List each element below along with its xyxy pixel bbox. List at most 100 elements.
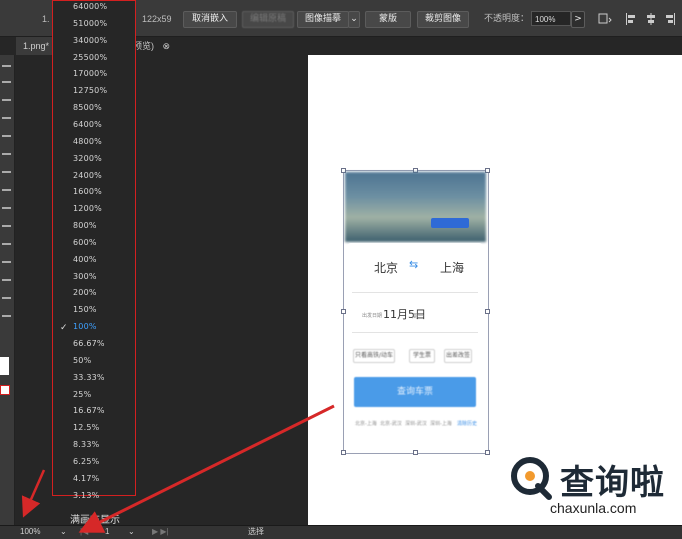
chevron-down-icon: ⌄ (350, 14, 358, 24)
zoom-option[interactable]: 3200% (73, 154, 102, 164)
crop-image-button[interactable]: 裁剪图像 (417, 11, 469, 28)
zoom-option[interactable]: 64000% (73, 2, 107, 12)
history-item: 深圳-上海 (430, 421, 452, 427)
zoom-option[interactable]: 150% (73, 305, 97, 315)
zoom-option[interactable]: 6400% (73, 120, 102, 130)
edit-original-button[interactable]: 编辑原稿 (242, 11, 294, 28)
banner-button (431, 218, 469, 228)
dimensions-label: 122x59 (142, 14, 172, 24)
clear-history: 清除历史 (457, 421, 478, 427)
chip-change: 出差改签 (444, 349, 472, 363)
mask-button[interactable]: 蒙版 (365, 11, 411, 28)
zoom-option[interactable]: 17000% (73, 69, 107, 79)
swap-icon: ⇆ (409, 258, 419, 271)
image-trace-dropdown[interactable]: ⌄ (348, 11, 360, 28)
watermark-url: chaxunla.com (550, 500, 637, 516)
zoom-dropdown: 64000% 51000% 34000% 25500% 17000% 12750% 8500… (52, 0, 136, 500)
resize-handle[interactable] (485, 309, 490, 314)
align-left-icon[interactable] (625, 12, 637, 25)
watermark-brand: 查询啦 (560, 463, 665, 503)
resize-handle[interactable] (485, 450, 490, 455)
zoom-option[interactable]: 4800% (73, 137, 102, 147)
zoom-option[interactable]: 100% (73, 322, 97, 332)
current-tool-label: 选择 (248, 527, 264, 536)
zoom-option[interactable]: 66.67% (73, 339, 105, 349)
phone-banner-image (345, 172, 486, 242)
resize-handle[interactable] (413, 450, 418, 455)
page-number-field[interactable]: 1 (105, 526, 109, 538)
width-tool-icon[interactable] (2, 225, 11, 227)
zoom-level-field[interactable]: 100% (20, 526, 40, 538)
first-artboard-icon[interactable]: |◀ (80, 526, 88, 538)
pencil-tool-icon[interactable] (2, 171, 11, 173)
history-item: 北京-上海 (355, 421, 377, 427)
history-item: 深圳-武汉 (405, 421, 427, 427)
zoom-option[interactable]: 1600% (73, 187, 102, 197)
rotate-tool-icon[interactable] (2, 189, 11, 191)
align-right-icon[interactable] (664, 12, 676, 25)
selection-tool-icon[interactable] (2, 65, 11, 67)
weekday: 周一 (412, 313, 425, 320)
pen-tool-icon[interactable] (2, 99, 11, 101)
direct-select-tool-icon[interactable] (2, 81, 11, 83)
zoom-option[interactable]: 3.13% (73, 491, 99, 501)
resize-handle[interactable] (341, 450, 346, 455)
zoom-option[interactable]: 12.5% (73, 423, 99, 433)
stroke-color-swatch[interactable] (0, 385, 10, 395)
zoom-option[interactable]: 12750% (73, 86, 107, 96)
zoom-option[interactable]: 8.33% (73, 440, 99, 450)
fill-color-swatch[interactable] (0, 357, 9, 375)
chevron-down-icon[interactable]: ⌄ (128, 526, 135, 538)
zoom-option[interactable]: 6.25% (73, 457, 99, 467)
zoom-option[interactable]: 8500% (73, 103, 102, 113)
eyedropper-tool-icon[interactable] (2, 297, 11, 299)
chip-high-speed: 只看高铁/动车 (353, 349, 395, 363)
date-label: 出发日期 (362, 313, 383, 319)
opacity-arrow-button[interactable]: > (571, 11, 585, 28)
from-city: 北京 (374, 261, 399, 275)
zoom-option[interactable]: 33.33% (73, 373, 105, 383)
query-tickets-button: 查询车票 (354, 377, 476, 407)
fit-canvas-option[interactable]: 满画布显示 (70, 511, 120, 526)
image-trace-button[interactable]: 图像描摹 (297, 11, 349, 28)
divider (352, 292, 478, 293)
chip-student: 学生票 (409, 349, 435, 363)
zoom-option[interactable]: 300% (73, 272, 97, 282)
zoom-option[interactable]: 400% (73, 255, 97, 265)
zoom-option[interactable]: 25% (73, 390, 91, 400)
zoom-option[interactable]: 16.67% (73, 406, 105, 416)
opacity-label: 不透明度： (484, 14, 530, 24)
next-artboard-icon[interactable]: ▶ ▶| (152, 526, 169, 538)
cancel-embed-button[interactable]: 取消嵌入 (183, 11, 237, 28)
close-icon[interactable]: ⊗ (163, 41, 171, 51)
to-city: 上海 (440, 261, 465, 275)
zoom-option[interactable]: 25500% (73, 53, 107, 63)
line-tool-icon[interactable] (2, 135, 11, 137)
artboard-tool-icon[interactable] (2, 279, 11, 281)
zoom-option[interactable]: 4.17% (73, 474, 99, 484)
zoom-option[interactable]: 50% (73, 356, 91, 366)
graph-tool-icon[interactable] (2, 261, 11, 263)
opacity-input[interactable]: 100% (531, 11, 571, 26)
scale-tool-icon[interactable] (2, 207, 11, 209)
rectangle-tool-icon[interactable] (2, 243, 11, 245)
tab-1-png[interactable]: 1.png* (16, 37, 56, 55)
zoom-option[interactable]: 600% (73, 238, 97, 248)
check-icon: ✓ (60, 322, 68, 332)
zoom-option[interactable]: 34000% (73, 36, 107, 46)
zoom-option[interactable]: 51000% (73, 19, 107, 29)
divider (352, 332, 478, 333)
zoom-option[interactable]: 200% (73, 288, 97, 298)
zoom-option[interactable]: 800% (73, 221, 97, 231)
tools-panel (0, 55, 15, 525)
resize-handle[interactable] (341, 309, 346, 314)
hand-tool-icon[interactable] (2, 315, 11, 317)
transform-icon[interactable] (598, 12, 612, 24)
brush-tool-icon[interactable] (2, 153, 11, 155)
zoom-option[interactable]: 1200% (73, 204, 102, 214)
watermark-logo-icon (511, 457, 552, 500)
align-center-icon[interactable] (645, 12, 657, 25)
chevron-down-icon[interactable]: ⌄ (60, 526, 67, 538)
type-tool-icon[interactable] (2, 117, 11, 119)
zoom-option[interactable]: 2400% (73, 171, 102, 181)
